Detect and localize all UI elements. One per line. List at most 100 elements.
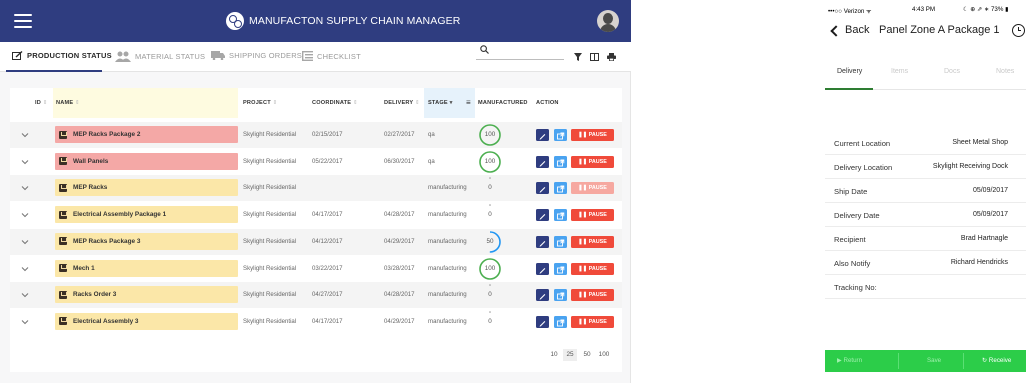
row-name[interactable]: MEP Racks [55, 179, 238, 197]
chevron-down-icon[interactable] [21, 291, 29, 299]
row-name[interactable]: MEP Racks Package 3 [55, 232, 238, 250]
receive-button[interactable]: ↻ Receive [982, 357, 1011, 364]
row-name[interactable]: Wall Panels [55, 152, 238, 170]
open-link-button[interactable] [554, 289, 567, 302]
page-size-option[interactable]: 10 [547, 349, 561, 361]
chevron-down-icon[interactable] [21, 211, 29, 219]
hamburger-menu-icon[interactable] [14, 14, 32, 28]
chevron-down-icon[interactable] [21, 238, 29, 246]
external-link-icon [557, 159, 565, 167]
col-name[interactable]: NAME ⇕ [56, 100, 80, 106]
table-row[interactable]: MEP Racks Skylight Residential manufacturi… [10, 175, 622, 202]
open-link-button[interactable] [554, 209, 567, 222]
pause-icon: ❚❚ [578, 212, 588, 219]
user-avatar[interactable] [597, 10, 619, 32]
mobile-delivery-view: •••○○ Verizon ᯤ 4:43 PM ☾ ⊕ ⇗ ∗ 73% ▮ Ba… [825, 0, 1026, 383]
open-link-button[interactable] [554, 155, 567, 168]
open-link-button[interactable] [554, 182, 567, 195]
back-button[interactable]: Back [830, 24, 869, 37]
search-input[interactable] [476, 46, 564, 60]
table-row[interactable]: Electrical Assembly Package 1 Skylight Re… [10, 202, 622, 228]
open-link-button[interactable] [554, 235, 567, 248]
pause-button[interactable]: ❚❚ PAUSE [571, 129, 614, 141]
edit-button[interactable] [536, 262, 549, 275]
col-coordinate[interactable]: COORDINATE ⇕ [312, 100, 358, 106]
tab-production-status[interactable]: PRODUCTION STATUS [12, 51, 112, 60]
col-delivery[interactable]: DELIVERY ⇕ [384, 100, 420, 106]
pause-button[interactable]: ❚❚ PAUSE [571, 235, 614, 248]
page-size-option[interactable]: 50 [580, 349, 594, 361]
columns-icon[interactable] [590, 53, 599, 61]
row-stage: manufacturing [428, 184, 467, 192]
pause-button[interactable]: ❚❚ PAUSE [571, 262, 614, 275]
pause-button[interactable]: ❚❚ PAUSE [571, 155, 614, 168]
open-link-button[interactable] [554, 262, 567, 275]
edit-button[interactable] [536, 289, 549, 302]
edit-button[interactable] [536, 235, 549, 248]
row-name[interactable]: Mech 1 [55, 259, 238, 277]
page-size-option[interactable]: 25 [563, 349, 577, 361]
tab-shipping-orders[interactable]: SHIPPING ORDERS [211, 51, 302, 60]
table-row[interactable]: MEP Racks Package 2 Skylight Residential 0… [10, 122, 622, 148]
chevron-down-icon[interactable] [21, 265, 29, 273]
chevron-down-icon[interactable] [21, 318, 29, 326]
open-link-button[interactable] [554, 315, 567, 328]
detail-row[interactable]: Tracking No: [825, 275, 1026, 299]
table-header: ID ⇕ NAME ⇕ PROJECT ⇕ COORDINATE ⇕ DELIV… [10, 88, 622, 118]
edit-button[interactable] [536, 155, 549, 168]
table-row[interactable]: Mech 1 Skylight Residential 03/22/2017 03/2… [10, 256, 622, 282]
tab-delivery[interactable]: Delivery [837, 68, 862, 75]
col-project[interactable]: PROJECT ⇕ [243, 100, 277, 106]
detail-row[interactable]: Delivery Date 05/09/2017 [825, 203, 1026, 227]
pause-label: PAUSE [588, 265, 607, 272]
save-button[interactable]: Save [927, 357, 941, 364]
tab-notes[interactable]: Notes [996, 68, 1014, 75]
pause-button[interactable]: ❚❚ PAUSE [571, 289, 614, 302]
detail-row[interactable]: Current Location Sheet Metal Shop [825, 131, 1026, 155]
table-row[interactable]: Racks Order 3 Skylight Residential 04/27/2… [10, 282, 622, 309]
col-manufactured[interactable]: MANUFACTURED [478, 100, 528, 106]
table-row[interactable]: Electrical Assembly 3 Skylight Residentia… [10, 309, 622, 335]
pause-button[interactable]: ❚❚ PAUSE [571, 182, 614, 195]
pause-button[interactable]: ❚❚ PAUSE [571, 315, 614, 328]
print-icon[interactable] [607, 53, 616, 61]
filter-icon[interactable] [574, 53, 582, 61]
row-project: Skylight Residential [243, 237, 297, 245]
clock-icon[interactable] [1012, 24, 1025, 37]
pause-label: PAUSE [588, 318, 607, 325]
clock-text: 4:43 PM [912, 6, 936, 13]
detail-row[interactable]: Recipient Brad Hartnagle [825, 227, 1026, 251]
detail-row[interactable]: Ship Date 05/09/2017 [825, 179, 1026, 203]
edit-button[interactable] [536, 315, 549, 328]
detail-row[interactable]: Delivery Location Skylight Receiving Dock [825, 155, 1026, 179]
col-id[interactable]: ID ⇕ [35, 100, 48, 106]
edit-button[interactable] [536, 129, 549, 141]
edit-button[interactable] [536, 209, 549, 222]
page-size-option[interactable]: 100 [597, 349, 611, 361]
pause-button[interactable]: ❚❚ PAUSE [571, 209, 614, 222]
row-name[interactable]: MEP Racks Package 2 [55, 126, 238, 143]
tab-checklist[interactable]: CHECKLIST [302, 51, 361, 61]
edit-button[interactable] [536, 182, 549, 195]
field-label: Delivery Location [834, 163, 893, 172]
row-stage: qa [428, 131, 435, 138]
table-row[interactable]: MEP Racks Package 3 Skylight Residential 0… [10, 228, 622, 255]
detail-row[interactable]: Also Notify Richard Hendricks [825, 251, 1026, 275]
external-link-icon [557, 292, 565, 300]
chevron-down-icon[interactable] [21, 131, 29, 139]
return-button[interactable]: ▶ Return [837, 357, 862, 364]
tab-material-status[interactable]: MATERIAL STATUS [115, 51, 205, 62]
open-link-button[interactable] [554, 129, 567, 141]
col-stage[interactable]: STAGE ▾ [428, 100, 453, 106]
tab-items[interactable]: Items [891, 68, 908, 75]
column-filter-icon[interactable]: ≡ [466, 98, 471, 107]
row-name[interactable]: Racks Order 3 [55, 286, 238, 304]
page-title: Panel Zone A Package 1 [879, 24, 1000, 36]
table-row[interactable]: Wall Panels Skylight Residential 05/22/201… [10, 149, 622, 175]
chevron-down-icon[interactable] [21, 158, 29, 166]
row-name[interactable]: Electrical Assembly Package 1 [55, 206, 238, 224]
row-name[interactable]: Electrical Assembly 3 [55, 312, 238, 330]
chevron-down-icon[interactable] [21, 184, 29, 192]
tab-docs[interactable]: Docs [944, 68, 960, 75]
pause-label: PAUSE [588, 212, 607, 219]
